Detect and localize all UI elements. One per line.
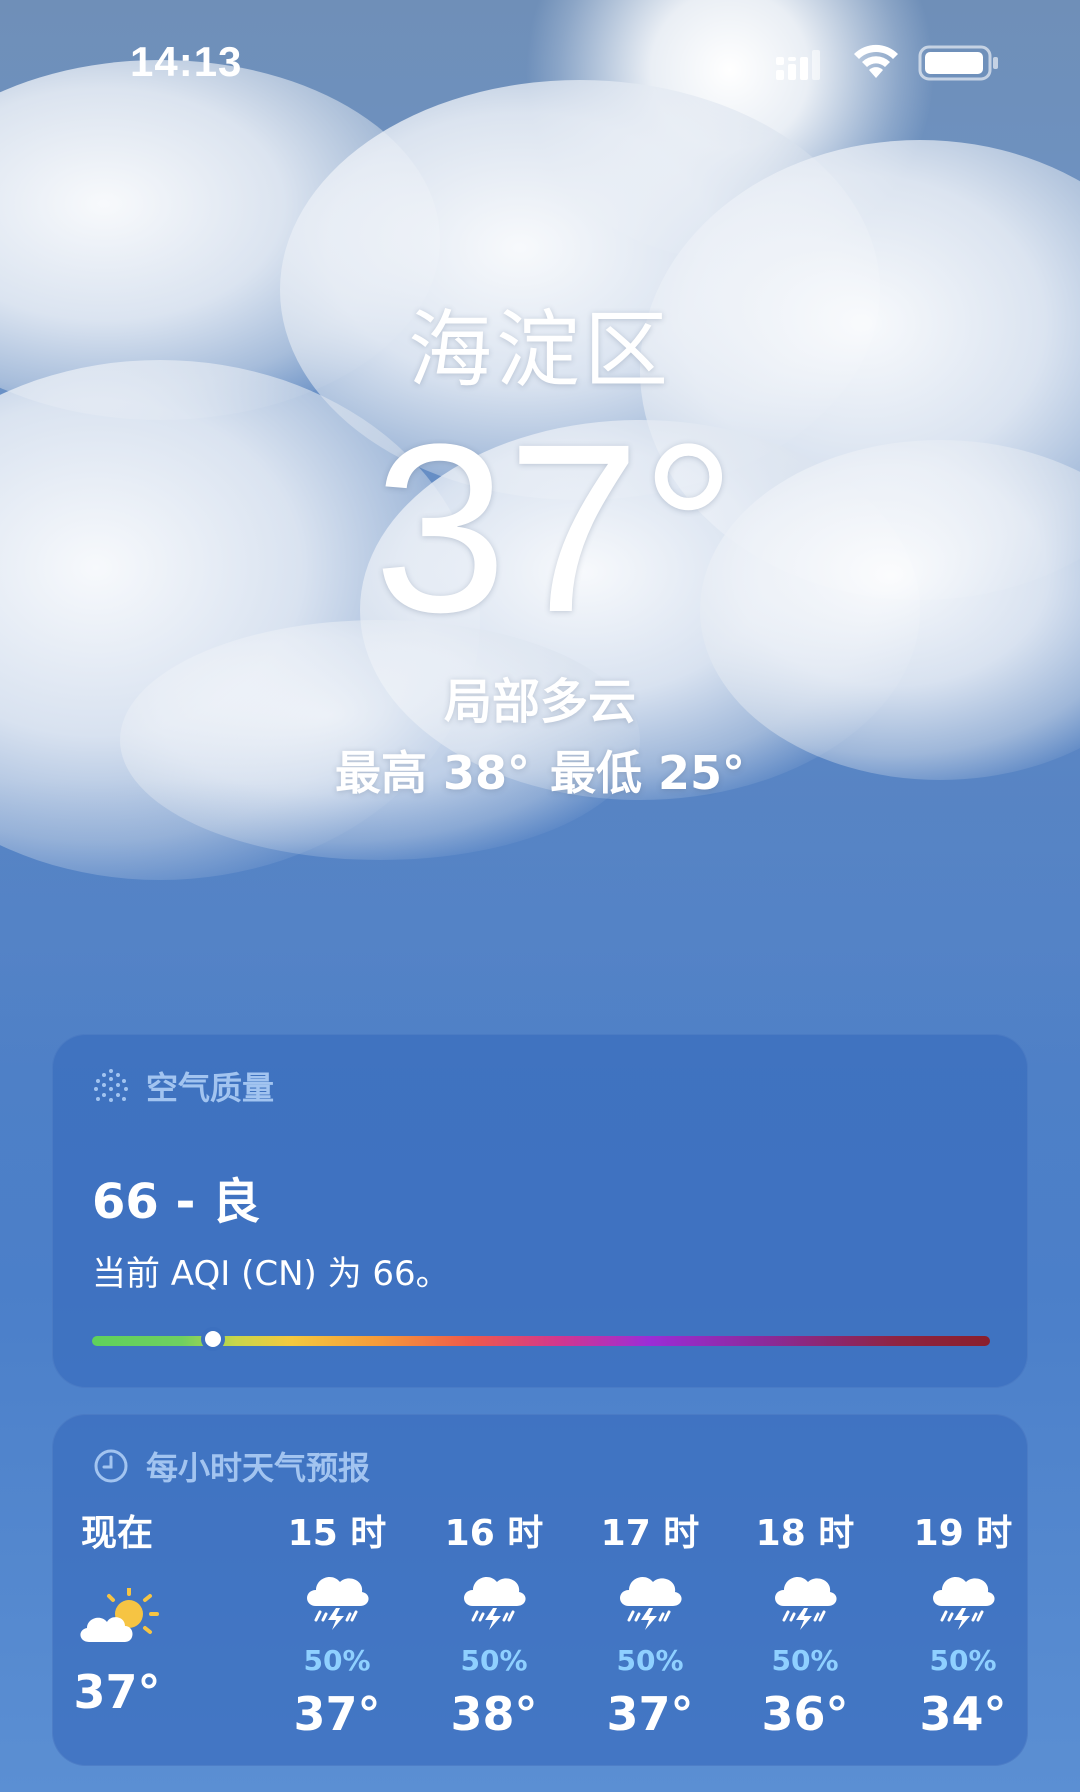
location-name: 海淀区 (407, 301, 672, 399)
wifi-icon (854, 44, 898, 78)
hour-item: 17 时 50% 37° (585, 1510, 715, 1744)
battery-icon (918, 45, 998, 81)
high-temperature: 最高 38° (334, 746, 530, 800)
hour-temperature: 38° (450, 1687, 538, 1741)
hour-item: 15 时 50% 37° (272, 1510, 402, 1744)
aqi-description: 当前 AQI (CN) 为 66。 (92, 1254, 450, 1294)
air-quality-title: 空气质量 (146, 1069, 275, 1107)
status-time: 14:13 (130, 38, 243, 85)
hour-temperature: 37° (293, 1687, 381, 1741)
thunderstorm-icon (898, 1568, 1028, 1648)
precipitation-probability: 50% (771, 1644, 839, 1677)
aqi-scale-bar (92, 1336, 990, 1346)
precipitation-probability: 50% (303, 1644, 371, 1677)
hourly-forecast-list[interactable]: 现在 37° 15 时 50% 37° 16 时 50% 38° 17 时 50… (52, 1510, 1028, 1760)
hour-item: 19 时 50% 34° (898, 1510, 1028, 1744)
hour-temperature: 34° (919, 1687, 1007, 1741)
status-bar: 14:13 (0, 0, 1080, 130)
precipitation-probability: 50% (460, 1644, 528, 1677)
hour-item-now: 现在 37° (52, 1510, 182, 1722)
aqi-marker (201, 1327, 226, 1351)
thunderstorm-icon (272, 1568, 402, 1648)
precipitation-probability: 50% (616, 1644, 684, 1677)
hourly-forecast-header: 每小时天气预报 (92, 1442, 370, 1490)
thunderstorm-icon (585, 1568, 715, 1648)
hourly-forecast-title: 每小时天气预报 (146, 1449, 371, 1487)
hour-label: 17 时 (600, 1513, 700, 1554)
current-temperature: 37° (373, 394, 737, 662)
hour-label: 16 时 (444, 1513, 544, 1554)
hour-item: 18 时 50% 36° (740, 1510, 870, 1744)
air-quality-card[interactable]: 空气质量 66 - 良 当前 AQI (CN) 为 66。 (52, 1034, 1028, 1388)
aqi-value: 66 - 良 (92, 1174, 261, 1230)
thunderstorm-icon (740, 1568, 870, 1648)
hour-label: 19 时 (913, 1513, 1013, 1554)
hour-label: 15 时 (287, 1513, 387, 1554)
hour-label: 18 时 (755, 1513, 855, 1554)
precipitation-probability: 50% (929, 1644, 997, 1677)
hour-temperature: 37° (73, 1665, 161, 1719)
weather-condition: 局部多云 (443, 674, 636, 730)
partly-sunny-icon (52, 1588, 182, 1658)
air-quality-icon (94, 1069, 128, 1102)
hour-item: 16 时 50% 38° (429, 1510, 559, 1744)
hour-temperature: 37° (606, 1687, 694, 1741)
air-quality-header: 空气质量 (92, 1062, 274, 1110)
thunderstorm-icon (429, 1568, 559, 1648)
hourly-forecast-card[interactable]: 每小时天气预报 现在 37° 15 时 50% 37° 16 时 50% 38°… (52, 1414, 1028, 1766)
current-weather: 海淀区 37° 局部多云 最高 38° 最低 25° (0, 300, 1080, 804)
hour-temperature: 36° (761, 1687, 849, 1741)
high-low-temperature: 最高 38° 最低 25° (0, 742, 1080, 804)
low-temperature: 最低 25° (550, 746, 746, 800)
clock-icon (94, 1449, 128, 1483)
hour-label: 现在 (80, 1513, 153, 1554)
cellular-signal-icon (776, 50, 820, 80)
